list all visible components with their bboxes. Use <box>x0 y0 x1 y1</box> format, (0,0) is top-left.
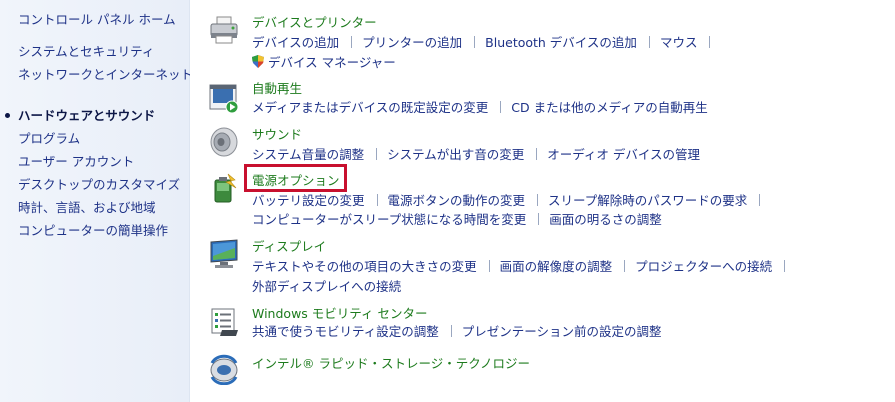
control-panel-home-link[interactable]: コントロール パネル ホーム <box>18 9 176 28</box>
left-navigation-pane: コントロール パネル ホーム システムとセキュリティ ネットワークとインターネッ… <box>0 0 193 402</box>
power-options-links-row1: バッテリ設定の変更 電源ボタンの動作の変更 スリープ解除時のパスワードの要求 <box>252 190 770 209</box>
require-password-on-wake-link[interactable]: スリープ解除時のパスワードの要求 <box>548 190 747 209</box>
category-list: デバイスとプリンター デバイスの追加 プリンターの追加 Bluetooth デバ… <box>190 0 895 402</box>
adjust-system-volume-link[interactable]: システム音量の調整 <box>252 144 364 163</box>
add-bluetooth-device-link[interactable]: Bluetooth デバイスの追加 <box>485 32 637 51</box>
mouse-link[interactable]: マウス <box>660 32 698 51</box>
category-title-mobility-center[interactable]: Windows モビリティ センター <box>252 303 428 322</box>
devices-printers-links-row2: デバイス マネージャー <box>252 52 396 71</box>
connect-to-projector-link[interactable]: プロジェクターへの接続 <box>635 256 772 275</box>
link-separator <box>474 35 476 48</box>
battery-icon <box>214 173 237 203</box>
link-separator <box>376 193 378 206</box>
adjust-screen-resolution-link[interactable]: 画面の解像度の調整 <box>500 256 613 275</box>
link-separator <box>759 193 761 206</box>
sound-links-row1: システム音量の調整 システムが出す音の変更 オーディオ デバイスの管理 <box>252 144 700 163</box>
manage-audio-devices-link[interactable]: オーディオ デバイスの管理 <box>547 144 700 163</box>
category-title-display[interactable]: ディスプレイ <box>252 236 326 255</box>
sidebar-item-user-accounts[interactable]: ユーザー アカウント <box>18 151 134 170</box>
link-separator <box>488 259 490 272</box>
display-links-row2: 外部ディスプレイへの接続 <box>252 276 401 295</box>
printer-icon <box>210 16 238 44</box>
autoplay-icon <box>209 84 239 114</box>
add-device-link[interactable]: デバイスの追加 <box>252 32 339 51</box>
link-separator <box>648 35 650 48</box>
change-text-size-link[interactable]: テキストやその他の項目の大きさの変更 <box>252 256 477 275</box>
link-separator <box>624 259 626 272</box>
change-power-button-link[interactable]: 電源ボタンの動作の変更 <box>388 190 526 209</box>
uac-shield-icon <box>252 55 264 68</box>
change-battery-settings-link[interactable]: バッテリ設定の変更 <box>252 190 365 209</box>
mobility-center-icon <box>211 308 238 336</box>
change-system-sounds-link[interactable]: システムが出す音の変更 <box>387 144 524 163</box>
change-sleep-time-link[interactable]: コンピューターがスリープ状態になる時間を変更 <box>252 209 526 228</box>
adjust-screen-brightness-link[interactable]: 画面の明るさの調整 <box>549 209 662 228</box>
autoplay-links-row1: メディアまたはデバイスの既定設定の変更 CD または他のメディアの自動再生 <box>252 97 708 116</box>
category-title-sound[interactable]: サウンド <box>252 124 302 143</box>
sidebar-item-ease-of-access[interactable]: コンピューターの簡単操作 <box>18 220 168 239</box>
sidebar-item-desktop-customization[interactable]: デスクトップのカスタマイズ <box>18 174 180 193</box>
link-separator <box>450 324 452 337</box>
adjust-mobility-settings-link[interactable]: 共通で使うモビリティ設定の調整 <box>252 321 439 340</box>
category-title-devices-printers[interactable]: デバイスとプリンター <box>252 12 377 31</box>
sidebar-item-network-internet[interactable]: ネットワークとインターネット <box>18 64 193 83</box>
display-links-row1: テキストやその他の項目の大きさの変更 画面の解像度の調整 プロジェクターへの接続 <box>252 256 795 275</box>
category-title-intel-rst[interactable]: インテル® ラピッド・ストレージ・テクノロジー <box>252 353 530 372</box>
current-item-bullet <box>5 113 10 118</box>
intel-rst-icon <box>210 354 238 385</box>
play-cd-automatically-link[interactable]: CD または他のメディアの自動再生 <box>511 97 707 116</box>
link-separator <box>784 259 786 272</box>
display-icon <box>210 239 238 268</box>
connect-external-display-link[interactable]: 外部ディスプレイへの接続 <box>252 276 401 295</box>
power-options-links-row2: コンピューターがスリープ状態になる時間を変更 画面の明るさの調整 <box>252 209 662 228</box>
device-manager-link[interactable]: デバイス マネージャー <box>268 52 396 71</box>
devices-printers-links-row1: デバイスの追加 プリンターの追加 Bluetooth デバイスの追加 マウス <box>252 32 720 51</box>
adjust-presentation-settings-link[interactable]: プレゼンテーション前の設定の調整 <box>462 321 662 340</box>
link-separator <box>709 35 711 48</box>
mobility-center-links-row1: 共通で使うモビリティ設定の調整 プレゼンテーション前の設定の調整 <box>252 321 662 340</box>
highlight-box <box>244 164 347 192</box>
link-separator <box>500 100 502 113</box>
change-media-default-link[interactable]: メディアまたはデバイスの既定設定の変更 <box>252 97 488 116</box>
link-separator <box>536 147 538 160</box>
link-separator <box>537 193 539 206</box>
sidebar-item-programs[interactable]: プログラム <box>18 128 80 147</box>
add-printer-link[interactable]: プリンターの追加 <box>362 32 462 51</box>
sidebar-item-hardware-sound: ハードウェアとサウンド <box>18 108 156 123</box>
link-separator <box>538 212 540 225</box>
sidebar-item-system-security[interactable]: システムとセキュリティ <box>18 41 154 60</box>
link-separator <box>351 35 353 48</box>
sidebar-item-clock-language-region[interactable]: 時計、言語、および地域 <box>18 197 156 216</box>
link-separator <box>376 147 378 160</box>
speaker-icon <box>210 127 238 157</box>
category-title-autoplay[interactable]: 自動再生 <box>252 78 302 97</box>
